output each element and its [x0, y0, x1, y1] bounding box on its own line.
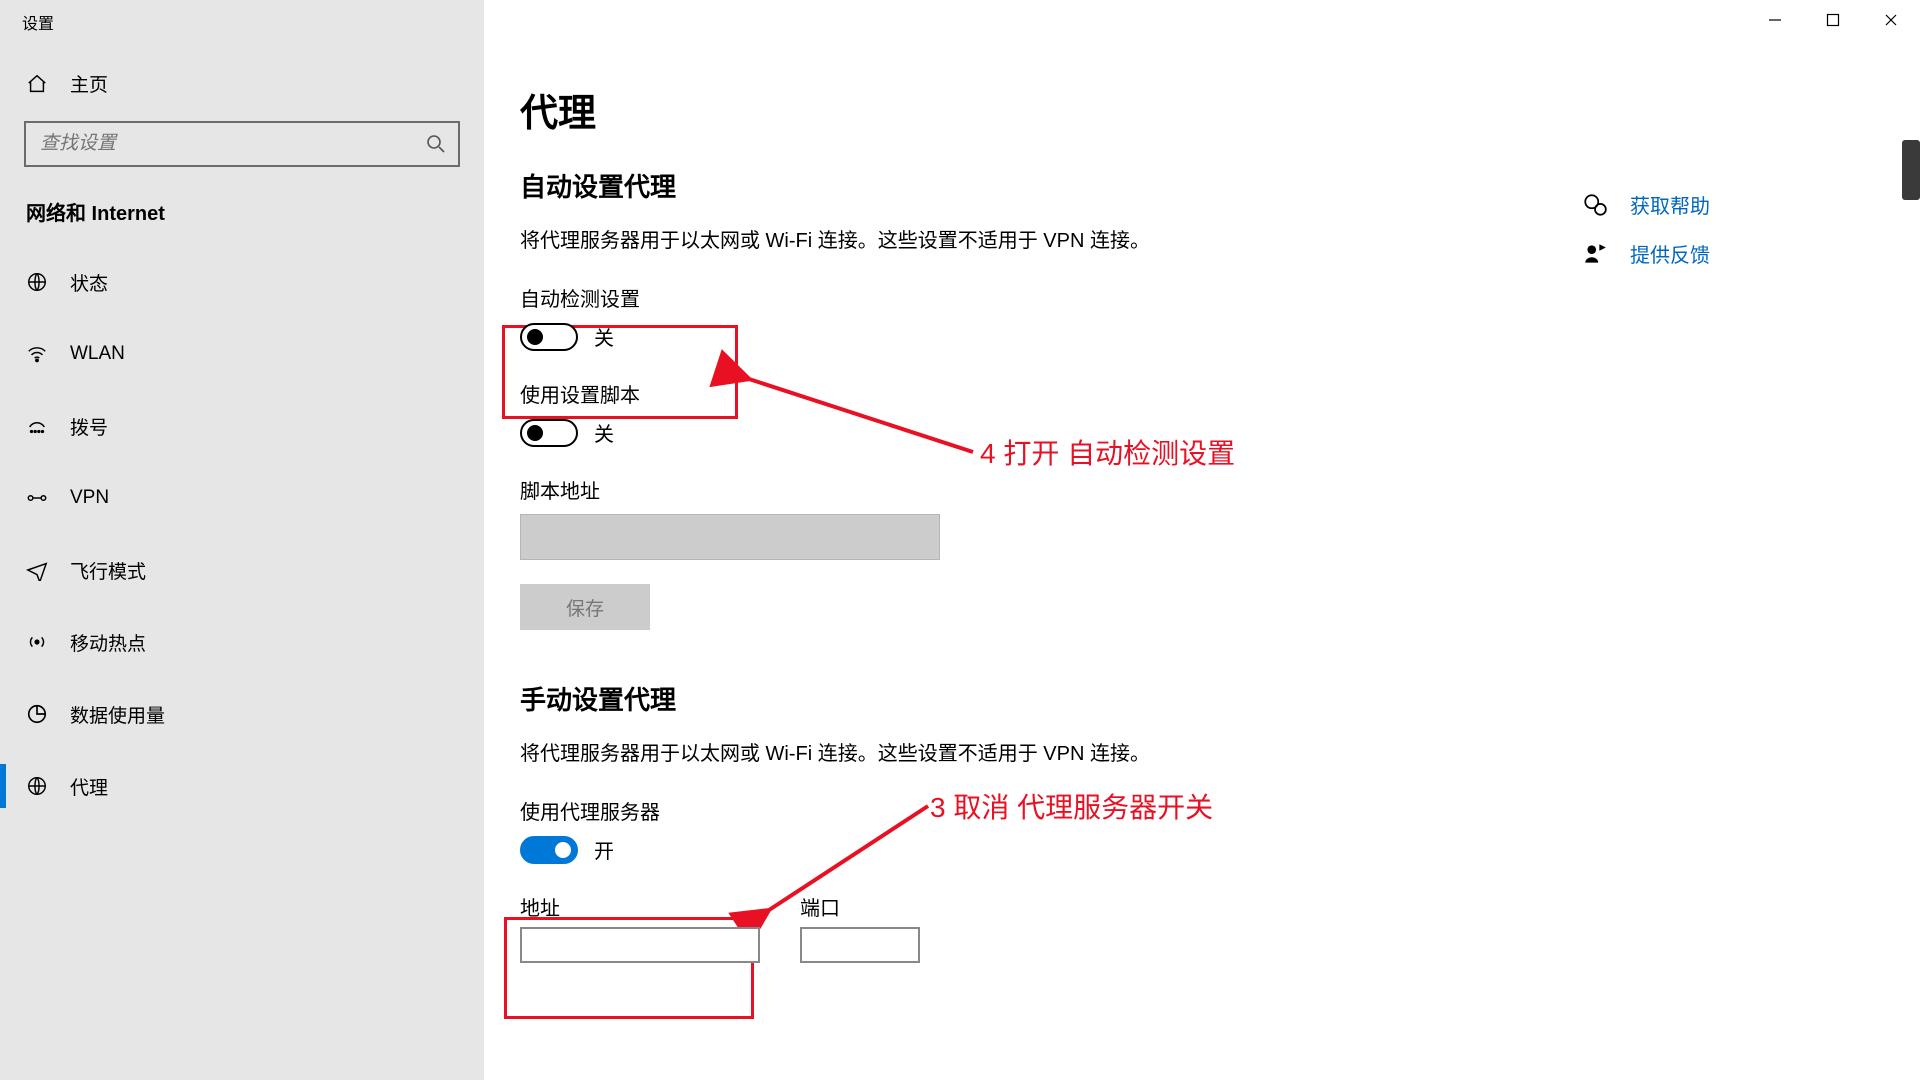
hotspot-icon	[26, 631, 48, 653]
use-proxy-state: 开	[594, 835, 614, 864]
use-script-toggle[interactable]	[520, 419, 578, 447]
sidebar-item-label: 飞行模式	[70, 557, 146, 584]
manual-proxy-desc: 将代理服务器用于以太网或 Wi-Fi 连接。这些设置不适用于 VPN 连接。	[520, 739, 1190, 770]
window-buttons	[1746, 0, 1920, 40]
category-title: 网络和 Internet	[0, 197, 484, 246]
auto-proxy-heading: 自动设置代理	[520, 167, 1920, 204]
wifi-icon	[26, 343, 48, 365]
home-label: 主页	[70, 70, 108, 97]
toggle-knob	[527, 425, 543, 441]
status-icon	[26, 271, 48, 293]
sidebar-item-hotspot[interactable]: 移动热点	[0, 606, 484, 678]
auto-detect-label: 自动检测设置	[520, 283, 1920, 312]
port-input[interactable]	[800, 927, 920, 963]
dialup-icon	[26, 415, 48, 437]
data-usage-icon	[26, 703, 48, 725]
sidebar-item-label: VPN	[70, 487, 109, 509]
help-link-row: 获取帮助	[1582, 190, 1710, 219]
sidebar-item-status[interactable]: 状态	[0, 246, 484, 318]
sidebar-item-wlan[interactable]: WLAN	[0, 318, 484, 390]
sidebar-item-data-usage[interactable]: 数据使用量	[0, 678, 484, 750]
use-proxy-toggle[interactable]	[520, 836, 578, 864]
sidebar: 主页 网络和 Internet 状态 WLAN	[0, 40, 484, 1080]
scrollbar-thumb[interactable]	[1902, 140, 1920, 200]
settings-window: 设置 主页	[0, 0, 1920, 1080]
use-script-label: 使用设置脚本	[520, 379, 1920, 408]
use-script-toggle-row: 关	[520, 418, 1920, 447]
body: 主页 网络和 Internet 状态 WLAN	[0, 40, 1920, 1080]
sidebar-item-label: 数据使用量	[70, 701, 165, 728]
auto-detect-state: 关	[594, 322, 614, 351]
address-input[interactable]	[520, 927, 760, 963]
sidebar-item-airplane[interactable]: 飞行模式	[0, 534, 484, 606]
script-address-label: 脚本地址	[520, 475, 1920, 504]
feedback-link-row: 提供反馈	[1582, 239, 1710, 268]
right-links: 获取帮助 提供反馈	[1582, 190, 1710, 268]
nav-list: 状态 WLAN 拨号 VPN 飞行模式	[0, 246, 484, 822]
close-button[interactable]	[1862, 0, 1920, 40]
sidebar-item-label: 移动热点	[70, 629, 146, 656]
search-input[interactable]	[24, 121, 460, 167]
sidebar-item-label: WLAN	[70, 343, 125, 365]
address-label: 地址	[520, 892, 760, 921]
toggle-knob	[527, 329, 543, 345]
manual-proxy-heading: 手动设置代理	[520, 680, 1920, 717]
search-wrap	[24, 121, 460, 167]
port-label: 端口	[800, 892, 920, 921]
get-help-link[interactable]: 获取帮助	[1630, 190, 1710, 219]
titlebar: 设置	[0, 0, 1920, 40]
auto-proxy-desc: 将代理服务器用于以太网或 Wi-Fi 连接。这些设置不适用于 VPN 连接。	[520, 226, 1190, 257]
use-proxy-toggle-row: 开	[520, 835, 1920, 864]
help-icon	[1582, 192, 1608, 218]
search-icon	[426, 134, 446, 154]
auto-detect-toggle[interactable]	[520, 323, 578, 351]
main-content: 代理 自动设置代理 将代理服务器用于以太网或 Wi-Fi 连接。这些设置不适用于…	[484, 40, 1920, 1080]
proxy-fields: 地址 端口	[520, 892, 1920, 963]
proxy-icon	[26, 775, 48, 797]
sidebar-item-label: 代理	[70, 773, 108, 800]
sidebar-item-proxy[interactable]: 代理	[0, 750, 484, 822]
use-proxy-label: 使用代理服务器	[520, 796, 1920, 825]
feedback-icon	[1582, 241, 1608, 267]
sidebar-item-label: 拨号	[70, 413, 108, 440]
save-button: 保存	[520, 584, 650, 630]
home-link[interactable]: 主页	[0, 40, 484, 121]
vpn-icon	[26, 487, 48, 509]
sidebar-item-dialup[interactable]: 拨号	[0, 390, 484, 462]
page-title: 代理	[520, 82, 1920, 137]
toggle-knob	[555, 842, 571, 858]
use-script-state: 关	[594, 418, 614, 447]
minimize-button[interactable]	[1746, 0, 1804, 40]
sidebar-item-vpn[interactable]: VPN	[0, 462, 484, 534]
auto-detect-toggle-row: 关	[520, 322, 1920, 351]
script-address-input	[520, 514, 940, 560]
home-icon	[26, 73, 48, 95]
airplane-icon	[26, 559, 48, 581]
window-title: 设置	[0, 0, 54, 34]
maximize-button[interactable]	[1804, 0, 1862, 40]
give-feedback-link[interactable]: 提供反馈	[1630, 239, 1710, 268]
sidebar-item-label: 状态	[70, 269, 108, 296]
